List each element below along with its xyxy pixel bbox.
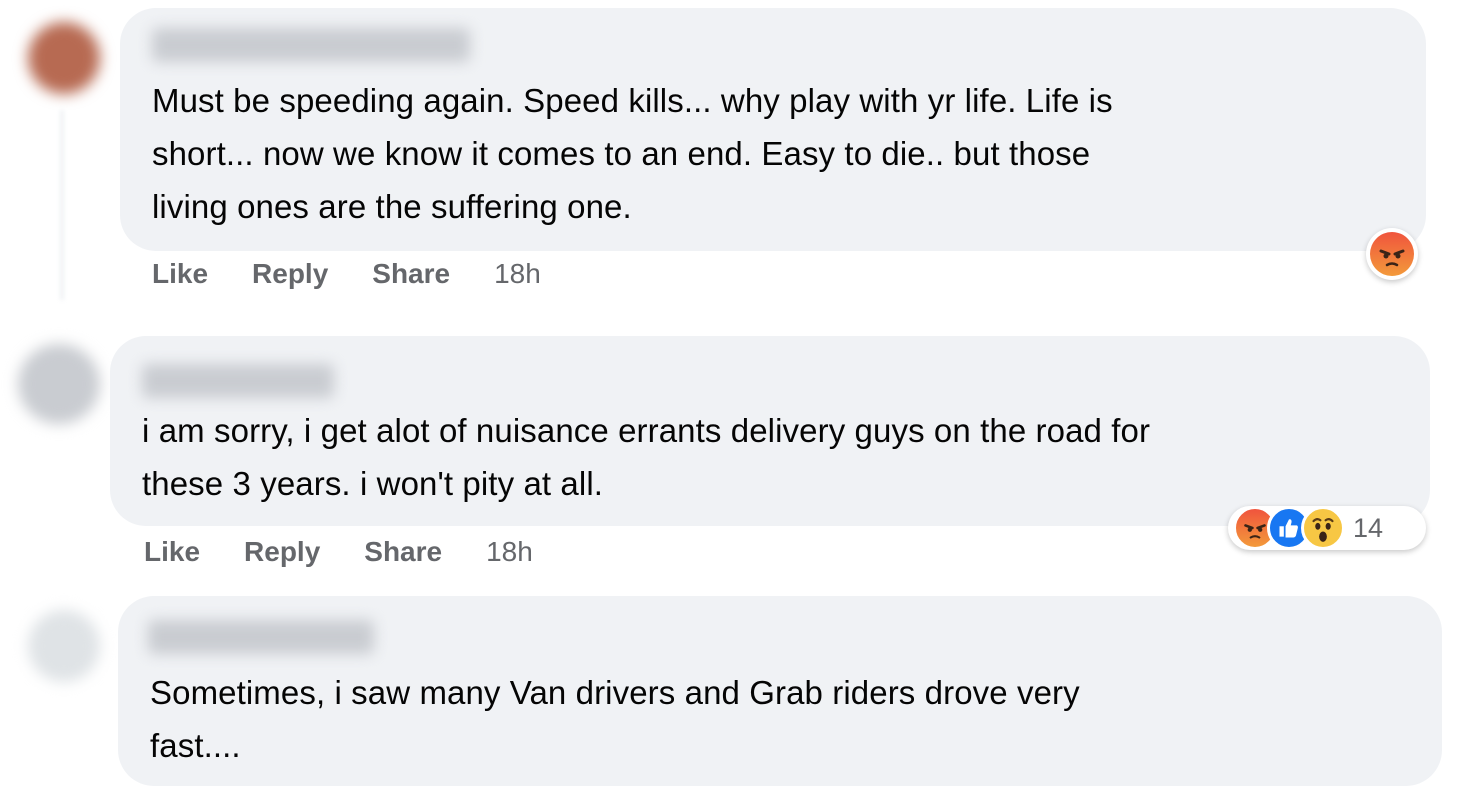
comment-text-line: Sometimes, i saw many Van drivers and Gr… [150,674,1080,711]
comment-3: Sometimes, i saw many Van drivers and Gr… [0,590,1458,808]
avatar[interactable] [18,344,100,424]
comment-text: Must be speeding again. Speed kills... w… [152,74,1113,233]
comment-text-line: living ones are the suffering one. [152,188,632,225]
comment-text-line: i am sorry, i get alot of nuisance erran… [142,412,1151,449]
comment-text-line: short... now we know it comes to an end.… [152,135,1091,172]
avatar[interactable] [28,610,100,682]
comment-bubble: Must be speeding again. Speed kills... w… [120,8,1426,251]
reaction-count: 14 [1353,512,1384,543]
reply-button[interactable]: Reply [244,536,320,568]
comment-text-line: fast.... [150,727,241,764]
comment-bubble: Sometimes, i saw many Van drivers and Gr… [118,596,1442,786]
wow-icon [1301,506,1345,550]
share-button[interactable]: Share [364,536,442,568]
like-button[interactable]: Like [152,258,208,290]
comment-text: Sometimes, i saw many Van drivers and Gr… [150,666,1080,772]
reaction-summary[interactable]: 14 [1228,506,1426,550]
avatar[interactable] [28,22,100,94]
author-name[interactable] [152,28,470,62]
timestamp[interactable]: 18h [494,258,541,290]
comment-text-line: Must be speeding again. Speed kills... w… [152,82,1113,119]
comment-1: Must be speeding again. Speed kills... w… [0,0,1458,300]
share-button[interactable]: Share [372,258,450,290]
reaction-summary[interactable] [1366,228,1418,280]
comment-actions: Like Reply Share 18h [152,258,541,290]
timestamp[interactable]: 18h [486,536,533,568]
like-button[interactable]: Like [144,536,200,568]
author-name[interactable] [142,364,334,398]
comment-text: i am sorry, i get alot of nuisance erran… [142,404,1150,510]
thread-line [60,110,64,300]
comment-2: i am sorry, i get alot of nuisance erran… [0,300,1458,590]
comment-bubble: i am sorry, i get alot of nuisance erran… [110,336,1430,526]
author-name[interactable] [148,620,374,654]
reply-button[interactable]: Reply [252,258,328,290]
comment-actions: Like Reply Share 18h [144,536,533,568]
comment-text-line: these 3 years. i won't pity at all. [142,465,604,502]
angry-icon [1370,232,1414,276]
